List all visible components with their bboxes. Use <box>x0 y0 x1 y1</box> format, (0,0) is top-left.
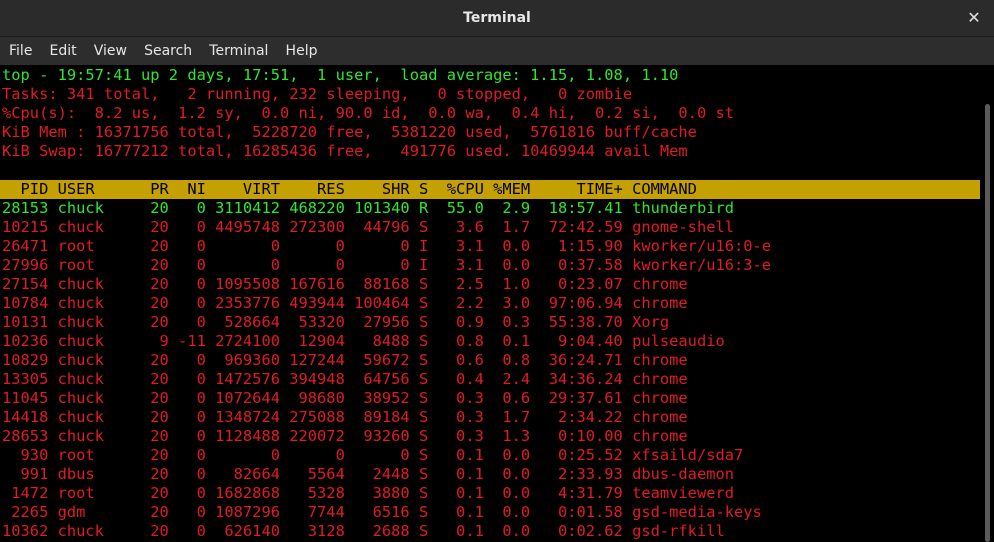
process-row: 991 dbus 20 0 82664 5564 2448 S 0.1 0.0 … <box>2 465 735 483</box>
window-title: Terminal <box>463 10 531 26</box>
menu-view[interactable]: View <box>88 37 133 65</box>
close-icon[interactable]: ✕ <box>964 8 984 28</box>
process-row: 26471 root 20 0 0 0 0 I 3.1 0.0 1:15.90 … <box>2 237 772 255</box>
process-row: 10829 chuck 20 0 969360 127244 59672 S 0… <box>2 351 688 369</box>
process-row: 10236 chuck 9 -11 2724100 12904 8488 S 0… <box>2 332 725 350</box>
scrollbar[interactable] <box>980 66 994 542</box>
process-row: 13305 chuck 20 0 1472576 394948 64756 S … <box>2 370 688 388</box>
process-row: 14418 chuck 20 0 1348724 275088 89184 S … <box>2 408 688 426</box>
process-row: 2265 gdm 20 0 1087296 7744 6516 S 0.1 0.… <box>2 503 762 521</box>
menu-search[interactable]: Search <box>138 37 198 65</box>
cpu-line: %Cpu(s): 8.2 us, 1.2 sy, 0.0 ni, 90.0 id… <box>2 104 735 122</box>
uptime-line: top - 19:57:41 up 2 days, 17:51, 1 user,… <box>2 66 679 84</box>
terminal-window: Terminal ✕ File Edit View Search Termina… <box>0 0 994 542</box>
process-row: 27154 chuck 20 0 1095508 167616 88168 S … <box>2 275 688 293</box>
process-row: 28653 chuck 20 0 1128488 220072 93260 S … <box>2 427 688 445</box>
swap-line: KiB Swap: 16777212 total, 16285436 free,… <box>2 142 688 160</box>
menu-help[interactable]: Help <box>280 37 324 65</box>
process-row: 27996 root 20 0 0 0 0 I 3.1 0.0 0:37.58 … <box>2 256 772 274</box>
menu-terminal[interactable]: Terminal <box>203 37 274 65</box>
process-row: 10215 chuck 20 0 4495748 272300 44796 S … <box>2 218 735 236</box>
process-row: 1472 root 20 0 1682868 5328 3880 S 0.1 0… <box>2 484 735 502</box>
process-row: 11045 chuck 20 0 1072644 98680 38952 S 0… <box>2 389 688 407</box>
process-row: 10131 chuck 20 0 528664 53320 27956 S 0.… <box>2 313 670 331</box>
memory-line: KiB Mem : 16371756 total, 5228720 free, … <box>2 123 697 141</box>
menu-file[interactable]: File <box>3 37 38 65</box>
process-row: 28153 chuck 20 0 3110412 468220 101340 R… <box>2 199 735 217</box>
process-row: 10784 chuck 20 0 2353776 493944 100464 S… <box>2 294 688 312</box>
menu-bar: File Edit View Search Terminal Help <box>0 37 994 65</box>
process-row: 10362 chuck 20 0 626140 3128 2688 S 0.1 … <box>2 522 725 540</box>
title-bar[interactable]: Terminal ✕ <box>0 0 994 37</box>
terminal-output[interactable]: top - 19:57:41 up 2 days, 17:51, 1 user,… <box>0 66 980 542</box>
tasks-line: Tasks: 341 total, 2 running, 232 sleepin… <box>2 85 633 103</box>
scrollbar-thumb[interactable] <box>985 104 990 542</box>
menu-edit[interactable]: Edit <box>44 37 83 65</box>
process-row: 930 root 20 0 0 0 0 S 0.1 0.0 0:25.52 xf… <box>2 446 744 464</box>
process-table-header: PID USER PR NI VIRT RES SHR S %CPU %MEM … <box>0 180 980 199</box>
